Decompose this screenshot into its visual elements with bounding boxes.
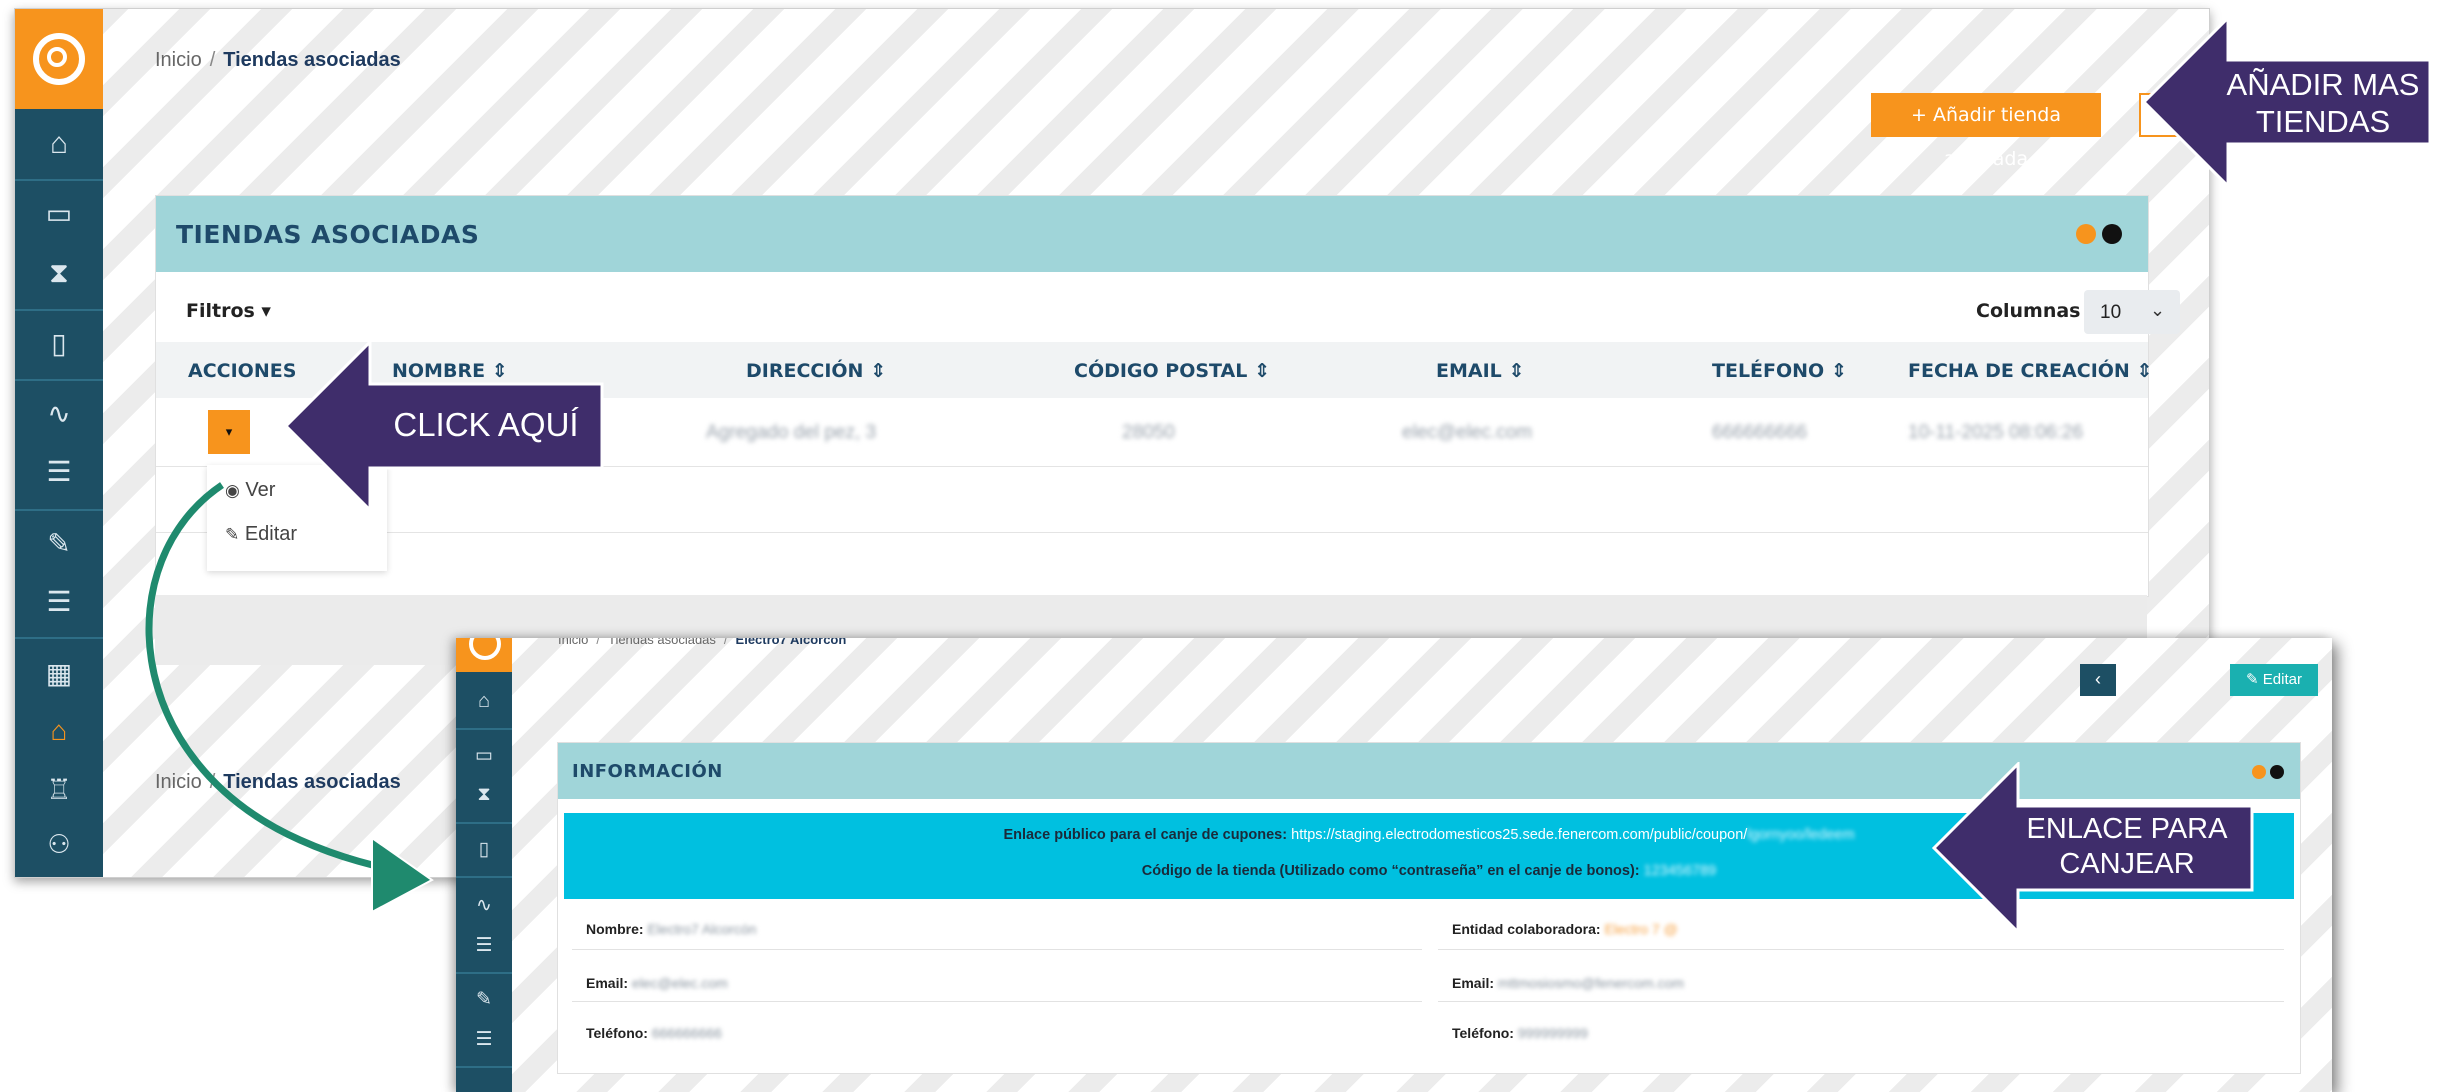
signature-icon[interactable]: ∿ <box>15 397 103 430</box>
breadcrumb-home-secondary[interactable]: Inicio <box>155 771 202 793</box>
edit-icon: ✎ <box>2246 671 2259 688</box>
store-icon[interactable]: ⌂ <box>15 715 103 747</box>
edit-store-button[interactable]: ✎ Editar <box>2230 664 2318 696</box>
info-collapse-icon[interactable] <box>2252 765 2266 779</box>
detail-sidebar: ⌂ ▭ ⧗ ▯ ∿ ☰ ✎ ☰ <box>456 638 512 1092</box>
cell-fecha: 10-11-2025 08:06:26 <box>1908 422 2084 443</box>
list-check-icon[interactable]: ☰ <box>15 455 103 488</box>
click-here-text: CLICK AQUÍ <box>393 406 579 443</box>
info-close-icon[interactable] <box>2270 765 2284 779</box>
field-email: Email: elec@elec.com <box>586 975 728 991</box>
home-icon[interactable]: ⌂ <box>15 127 103 161</box>
field-entidad: Entidad colaboradora: Electro 7 @ <box>1452 921 1678 937</box>
panel-header: TIENDAS ASOCIADAS <box>156 196 2148 272</box>
breadcrumb: Inicio / Tiendas asociadas <box>155 49 401 71</box>
breadcrumb-home[interactable]: Inicio <box>155 49 202 71</box>
cell-codigo-postal: 28050 <box>1122 422 1175 443</box>
detail-home-icon[interactable]: ⌂ <box>456 690 512 713</box>
detail-list-icon-2[interactable]: ☰ <box>456 1028 512 1051</box>
detail-list-icon[interactable]: ☰ <box>456 934 512 957</box>
archive-icon[interactable]: ▭ <box>15 197 103 230</box>
actions-dropdown-button[interactable]: ▾ <box>208 410 250 454</box>
list-check-icon-2[interactable]: ☰ <box>15 585 103 618</box>
eye-icon: ◉ <box>225 481 240 500</box>
breadcrumb-current-secondary: Tiendas asociadas <box>223 771 401 793</box>
collapse-icon[interactable] <box>2076 224 2096 244</box>
trophy-icon[interactable]: ♖ <box>15 773 103 806</box>
breadcrumb-secondary: Inicio / Tiendas asociadas <box>155 771 401 793</box>
cell-email: elec@elec.com <box>1402 422 1533 443</box>
field-email-entidad: Email: mttmosiosmo@fenercom.com <box>1452 975 1685 991</box>
detail-breadcrumb: Inicio / Tiendas asociadas / Electro7 Alcorc… <box>558 638 847 647</box>
edit-icon: ✎ <box>225 525 240 544</box>
filters-dropdown[interactable]: Filtros ▾ <box>186 300 271 322</box>
cell-direccion: Agregado del pez, 3 <box>706 422 877 443</box>
sidebar: ⌂ ▭ ⧗ ▯ ∿ ☰ ✎ ☰ ▦ ⌂ ♖ ⚇ <box>15 9 103 877</box>
breadcrumb-current: Tiendas asociadas <box>223 49 401 71</box>
detail-app-logo[interactable] <box>456 638 512 672</box>
close-panel-icon[interactable] <box>2102 224 2122 244</box>
app-logo[interactable] <box>15 9 103 109</box>
columns-label[interactable]: Columnas <box>1976 300 2081 322</box>
cell-telefono: 666666666 <box>1712 422 1808 443</box>
store-code-label: Código de la tienda (Utilizado como “con… <box>1141 863 1640 879</box>
field-telefono: Teléfono: 666666666 <box>586 1025 722 1041</box>
coupon-link-token[interactable]: lgornyoo/ledeem <box>1747 827 1854 843</box>
detail-signature-icon[interactable]: ∿ <box>456 894 512 917</box>
detail-scroll-icon[interactable]: ▯ <box>456 838 512 861</box>
detail-file-signature-icon[interactable]: ✎ <box>456 988 512 1011</box>
store-code-value: 123456789 <box>1643 863 1717 879</box>
panel-title: TIENDAS ASOCIADAS <box>176 220 480 249</box>
hourglass-icon[interactable]: ⧗ <box>15 257 103 290</box>
add-more-text: AÑADIR MAS TIENDAS <box>2226 67 2420 140</box>
header-acciones: ACCIONES <box>188 360 297 382</box>
coupon-link-label: Enlace público para el canje de cupones: <box>1003 827 1288 843</box>
back-button[interactable]: ‹ <box>2080 664 2116 696</box>
page-size-select[interactable]: 10 ⌄ <box>2084 290 2180 334</box>
header-telefono[interactable]: TELÉFONO ⇕ <box>1712 360 1847 382</box>
add-store-button[interactable]: + Añadir tienda asociada <box>1871 93 2101 170</box>
info-panel-title: INFORMACIÓN <box>572 761 723 782</box>
building-icon[interactable]: ▦ <box>15 657 103 690</box>
field-telefono-entidad: Teléfono: 999999999 <box>1452 1025 1588 1041</box>
redeem-link-text: ENLACE PARA CANJEAR <box>2026 813 2228 880</box>
users-icon[interactable]: ⚇ <box>15 829 103 860</box>
field-nombre: Nombre: Electro7 Alcorcón <box>586 921 757 937</box>
header-codigo-postal[interactable]: CÓDIGO POSTAL ⇕ <box>1074 360 1270 382</box>
coupon-link-url[interactable]: https://staging.electrodomesticos25.sede… <box>1291 827 1747 843</box>
scroll-icon[interactable]: ▯ <box>15 327 103 360</box>
page-size-value: 10 <box>2100 302 2122 323</box>
panel-footer <box>156 532 2148 533</box>
menu-item-editar[interactable]: ✎ Editar <box>225 523 297 546</box>
detail-archive-icon[interactable]: ▭ <box>456 744 512 767</box>
file-signature-icon[interactable]: ✎ <box>15 527 103 560</box>
detail-hourglass-icon[interactable]: ⧗ <box>456 784 512 806</box>
header-direccion[interactable]: DIRECCIÓN ⇕ <box>746 360 886 382</box>
menu-item-ver[interactable]: ◉ Ver <box>225 479 275 502</box>
header-email[interactable]: EMAIL ⇕ <box>1436 360 1524 382</box>
chevron-down-icon: ⌄ <box>2150 300 2166 320</box>
header-fecha[interactable]: FECHA DE CREACIÓN ⇕ <box>1908 360 2152 382</box>
